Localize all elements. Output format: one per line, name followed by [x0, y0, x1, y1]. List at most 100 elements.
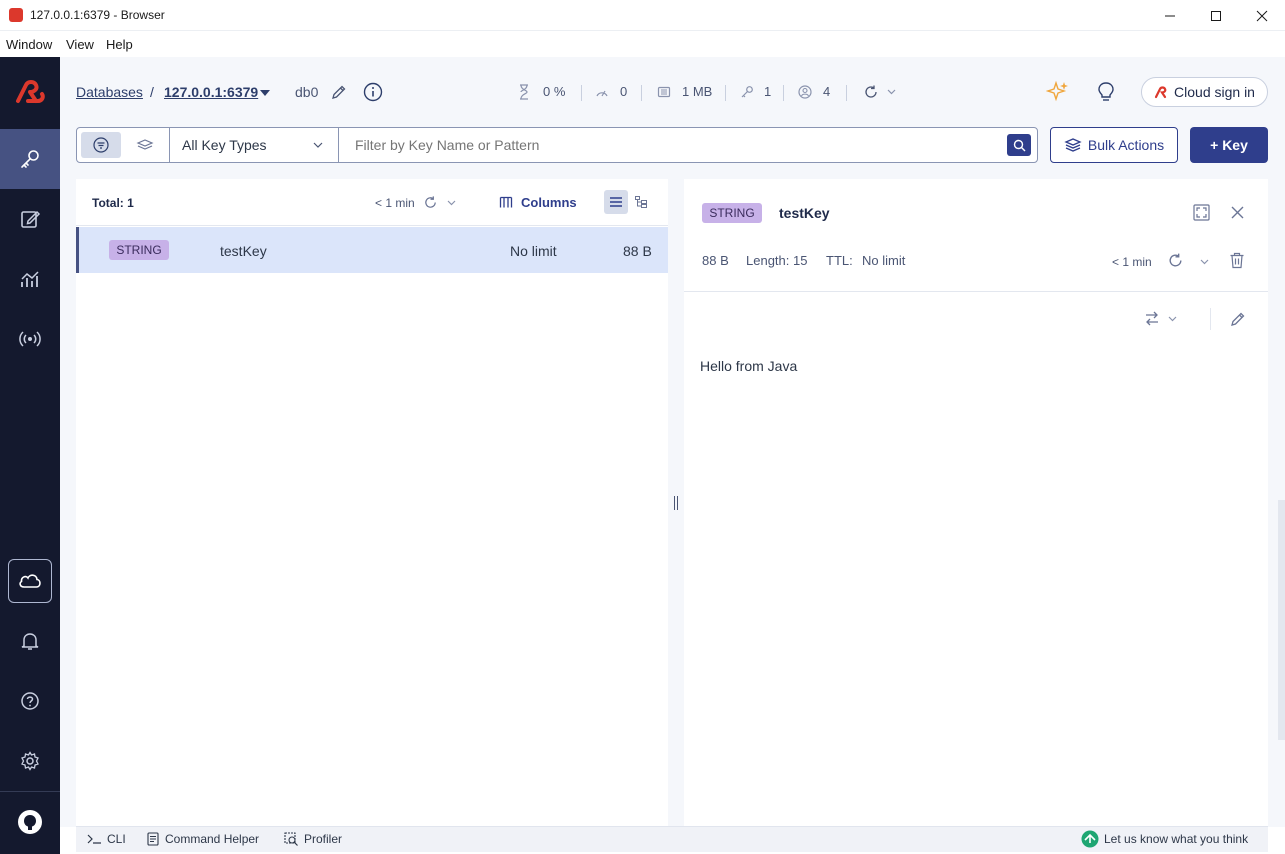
cpu-stat: 0 % — [543, 84, 566, 99]
db-info-button[interactable] — [363, 82, 383, 102]
filter-icon — [93, 137, 109, 153]
redis-logo-icon — [16, 80, 45, 103]
nav-workbench[interactable] — [0, 189, 60, 249]
nav-github[interactable] — [0, 792, 60, 852]
panel-resize-handle[interactable] — [673, 496, 679, 510]
menu-help[interactable]: Help — [106, 37, 133, 52]
add-key-label: + Key — [1210, 137, 1248, 153]
gear-icon — [21, 751, 39, 771]
detail-refresh-age: < 1 min — [1112, 255, 1152, 269]
columns-label: Columns — [521, 195, 577, 210]
nav-pubsub[interactable] — [0, 309, 60, 369]
key-search-input[interactable] — [345, 131, 995, 159]
key-type-chevron — [313, 142, 323, 148]
edit-db-button[interactable] — [331, 84, 347, 100]
analytics-icon — [21, 271, 39, 287]
search-mode-button[interactable] — [125, 132, 165, 158]
delete-key-button[interactable] — [1229, 252, 1245, 269]
menu-view[interactable]: View — [66, 37, 94, 52]
nav-analytics[interactable] — [0, 249, 60, 309]
chevron-down-icon — [1168, 316, 1177, 322]
detail-refresh-button[interactable] — [1167, 252, 1184, 269]
stat-divider — [581, 85, 582, 101]
redis-logo-icon — [1154, 85, 1167, 98]
maximize-icon — [1211, 10, 1221, 21]
nav-help[interactable] — [0, 671, 60, 731]
redis-logo-button[interactable] — [0, 63, 60, 123]
info-icon — [363, 82, 383, 102]
key-name-cell: testKey — [220, 243, 267, 259]
close-icon — [1256, 10, 1268, 21]
close-window-button[interactable] — [1239, 0, 1285, 31]
menu-window[interactable]: Window — [6, 37, 52, 52]
document-icon — [147, 832, 159, 846]
sparkle-icon — [1046, 80, 1068, 102]
filter-mode-button[interactable] — [81, 132, 121, 158]
window-scroll-strip[interactable] — [1278, 500, 1285, 740]
swap-icon — [1146, 311, 1158, 326]
user-icon — [798, 85, 812, 99]
cli-button[interactable]: CLI — [87, 832, 126, 846]
command-helper-button[interactable]: Command Helper — [146, 832, 259, 846]
key-value-text[interactable]: Hello from Java — [700, 358, 797, 374]
breadcrumb-databases[interactable]: Databases — [76, 84, 143, 100]
cloud-sign-in-button[interactable]: Cloud sign in — [1141, 77, 1268, 107]
list-view-toggle[interactable] — [604, 190, 628, 214]
caret-down-icon — [260, 90, 270, 96]
detail-size: 88 B — [702, 253, 729, 268]
add-key-button[interactable]: + Key — [1190, 127, 1268, 163]
tree-view-toggle[interactable] — [630, 190, 652, 214]
format-dropdown[interactable] — [1168, 316, 1177, 322]
minimize-button[interactable] — [1147, 0, 1193, 31]
header-refresh-dropdown[interactable] — [887, 89, 896, 95]
stat-divider — [846, 85, 847, 101]
key-list-refresh-button[interactable] — [423, 195, 438, 210]
columns-button[interactable]: Columns — [499, 195, 577, 210]
detail-ttl-value[interactable]: No limit — [862, 253, 905, 268]
gauge-icon — [596, 90, 608, 97]
cli-label: CLI — [107, 832, 126, 846]
feedback-label: Let us know what you think — [1104, 832, 1249, 846]
feedback-icon — [1081, 830, 1099, 848]
database-dropdown[interactable] — [259, 88, 271, 98]
insights-button[interactable] — [1096, 81, 1116, 103]
filter-divider — [338, 128, 339, 162]
detail-key-name[interactable]: testKey — [779, 205, 830, 221]
profiler-button[interactable]: Profiler — [284, 832, 342, 846]
maximize-button[interactable] — [1193, 0, 1239, 31]
nav-cloud[interactable] — [8, 559, 52, 603]
detail-refresh-dropdown[interactable] — [1200, 259, 1209, 265]
key-type-value: All Key Types — [182, 137, 267, 153]
close-icon — [1231, 206, 1244, 219]
key-detail-panel — [684, 179, 1268, 826]
stat-divider — [783, 85, 784, 101]
chevron-down-icon — [313, 142, 323, 148]
refresh-icon — [1169, 253, 1182, 267]
bulk-actions-label: Bulk Actions — [1087, 137, 1165, 153]
format-selector[interactable] — [1144, 311, 1160, 326]
header-refresh-button[interactable] — [863, 84, 879, 100]
edit-value-button[interactable] — [1230, 311, 1246, 327]
key-list-refresh-dropdown[interactable] — [447, 200, 456, 206]
pencil-icon — [1231, 312, 1245, 326]
breadcrumb-database[interactable]: 127.0.0.1:6379 — [164, 84, 258, 100]
nav-notifications[interactable] — [0, 611, 60, 671]
nav-browser[interactable] — [0, 129, 60, 189]
nav-settings[interactable] — [0, 731, 60, 791]
ops-stat-icon — [595, 85, 609, 99]
ai-assistant-button[interactable] — [1046, 80, 1070, 104]
feedback-link[interactable]: Let us know what you think — [1081, 830, 1248, 848]
search-submit-button[interactable] — [1007, 134, 1031, 156]
bulk-actions-button[interactable]: Bulk Actions — [1050, 127, 1178, 163]
close-detail-button[interactable] — [1230, 205, 1245, 220]
keys-stat: 1 — [764, 84, 772, 99]
keys-stat-icon — [740, 85, 754, 99]
list-icon — [610, 197, 622, 207]
menu-bar: Window View Help — [0, 31, 1285, 57]
search-icon — [1013, 139, 1025, 151]
memory-stat: 1 MB — [682, 84, 713, 99]
toolbar-divider — [1210, 308, 1211, 330]
stat-divider — [725, 85, 726, 101]
fullscreen-button[interactable] — [1193, 204, 1210, 221]
layers-search-icon — [136, 139, 154, 150]
